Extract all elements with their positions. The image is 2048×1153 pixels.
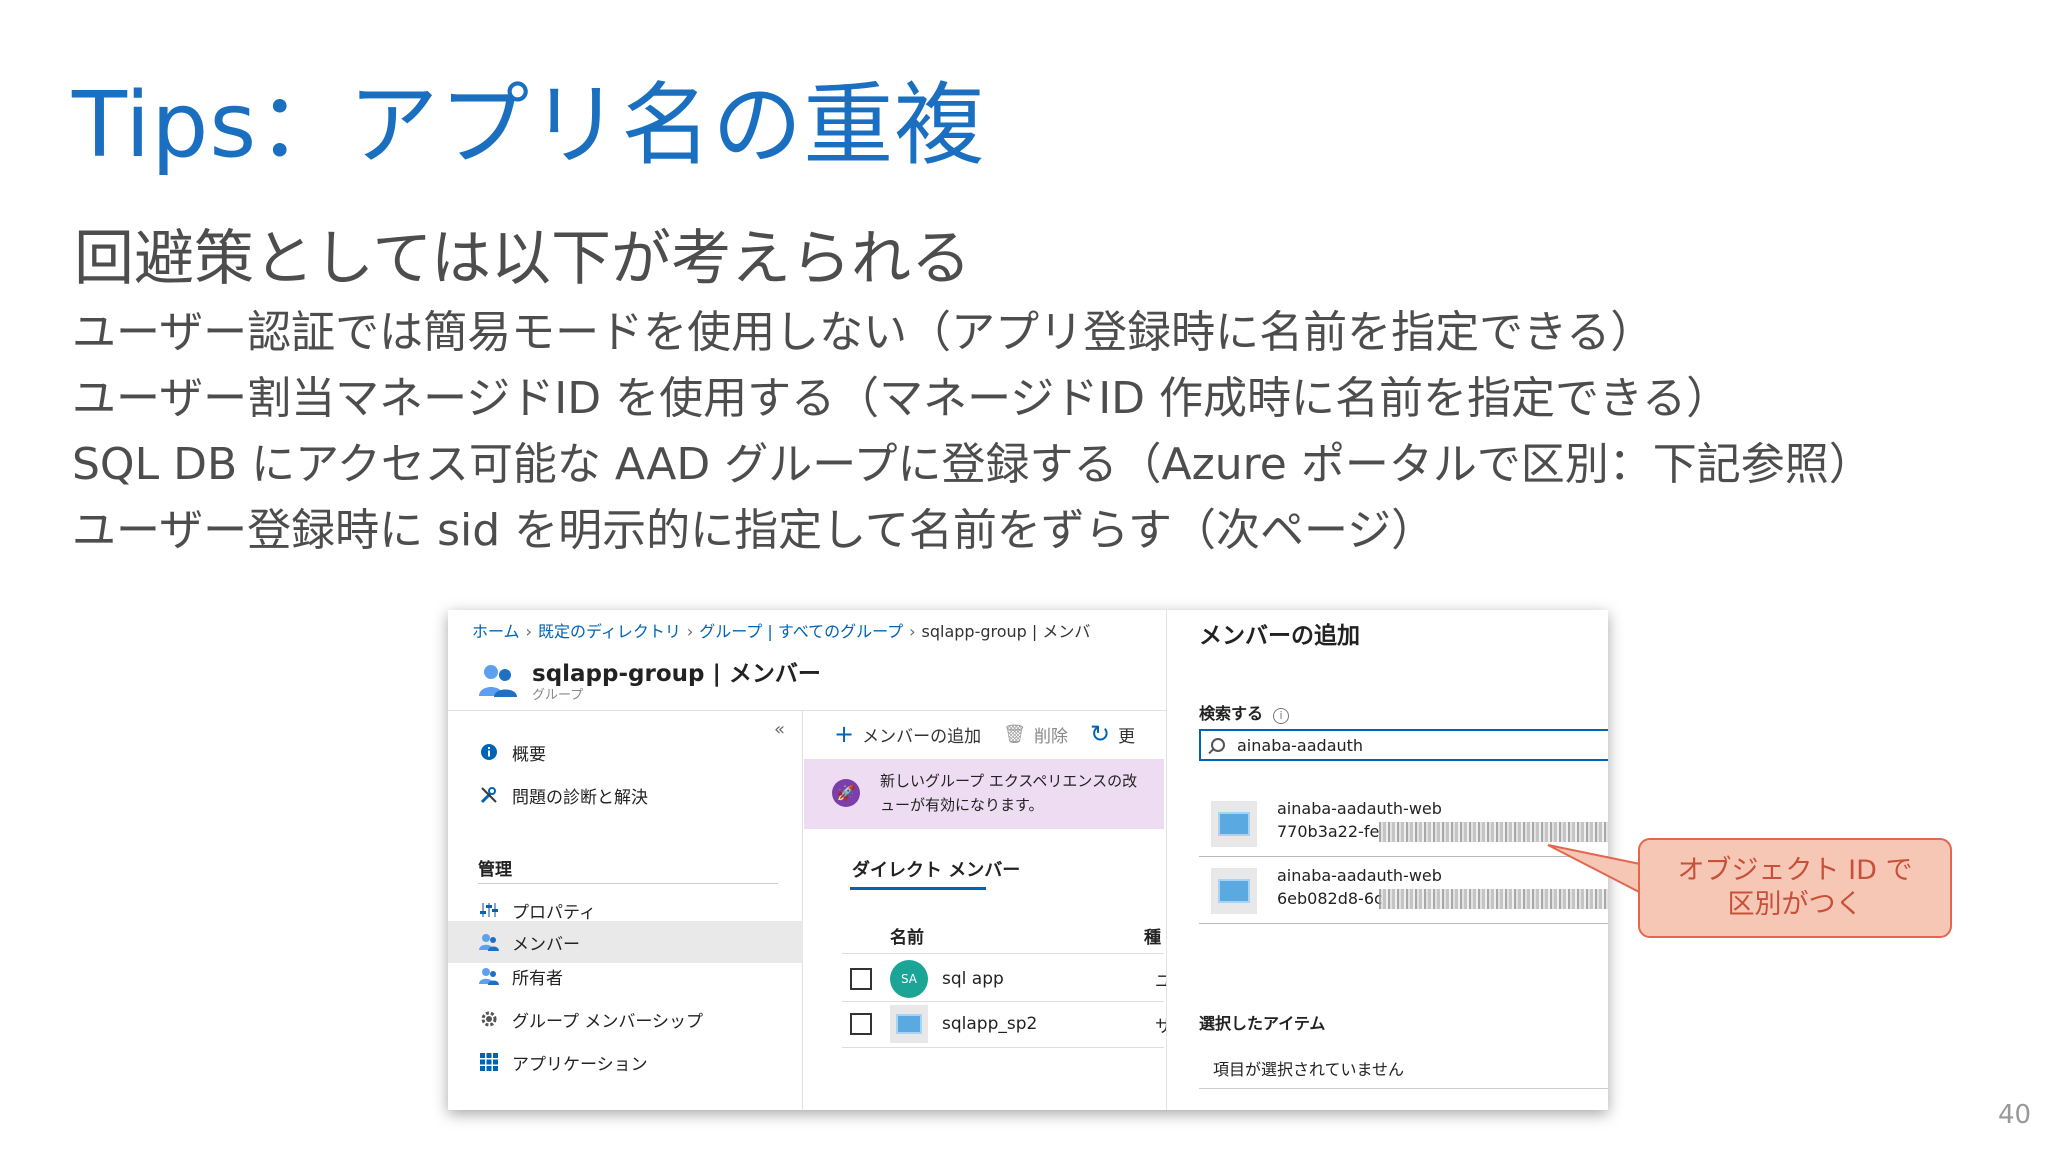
group-title: sqlapp-group | メンバー (532, 661, 821, 687)
grid-icon (478, 1051, 500, 1073)
tab-underline (850, 887, 986, 890)
callout-line: オブジェクト ID で (1677, 855, 1913, 886)
plus-icon: + (834, 720, 855, 748)
tab-direct-members[interactable]: ダイレクト メンバー (852, 856, 1020, 882)
result-object-id: 770b3a22-fe (1277, 822, 1380, 841)
info-icon[interactable]: i (1273, 708, 1290, 724)
search-value: ainaba-aadauth (1237, 735, 1364, 755)
table-row[interactable]: sqlapp_sp2 サ (842, 1002, 1172, 1046)
member-name: sqlapp_sp2 (942, 1014, 1038, 1034)
nav-item-applications[interactable]: アプリケーション (448, 1041, 803, 1083)
no-selection-text: 項目が選択されていません (1213, 1060, 1405, 1079)
app-icon (890, 1005, 928, 1043)
nav-label: メンバー (512, 934, 580, 955)
add-member-label: メンバーの追加 (862, 726, 982, 747)
nav-section-manage: 管理 (478, 860, 512, 880)
bullet-item: ユーザー割当マネージドID を使用する（マネージドID 作成時に名前を指定できる… (72, 373, 1731, 424)
page-number: 40 (1998, 1100, 2032, 1130)
search-result-item[interactable]: ainaba-aadauth-web 6eb082d8-6c (1199, 858, 1608, 922)
result-name: ainaba-aadauth-web (1277, 799, 1442, 818)
member-name: sql app (942, 969, 1004, 989)
add-member-button[interactable]: + メンバーの追加 (834, 720, 981, 748)
result-name: ainaba-aadauth-web (1277, 866, 1442, 885)
breadcrumb-directory[interactable]: 既定のディレクトリ (538, 622, 681, 641)
redacted-object-id (1379, 889, 1608, 909)
result-divider (1199, 923, 1608, 924)
breadcrumb: ホーム › 既定のディレクトリ › グループ | すべてのグループ › sqlapp-gro… (472, 618, 1152, 642)
wrench-icon (478, 784, 500, 806)
app-icon (1211, 868, 1257, 914)
group-subtitle: グループ (532, 688, 584, 703)
delete-button[interactable]: 🗑 削除 (1003, 722, 1068, 747)
nav-label: 概要 (512, 744, 546, 765)
search-result-item[interactable]: ainaba-aadauth-web 770b3a22-fe (1199, 791, 1608, 855)
result-divider (1199, 856, 1608, 857)
table-row[interactable]: SA sql app ユ (842, 957, 1172, 1001)
section-divider (478, 883, 778, 884)
breadcrumb-groups[interactable]: グループ | すべてのグループ (699, 622, 903, 641)
avatar: SA (890, 960, 928, 998)
slide-heading: 回避策としては以下が考えられる (74, 224, 971, 294)
row-divider (842, 953, 1164, 954)
nav-item-diagnose[interactable]: 問題の診断と解決 (448, 774, 803, 816)
chevron-right-icon: › (686, 622, 694, 641)
search-icon (1211, 738, 1225, 752)
search-label-text: 検索する (1199, 704, 1264, 723)
search-label: 検索する i (1199, 700, 1290, 724)
breadcrumb-current: sqlapp-group | メンバ (921, 622, 1091, 641)
search-input[interactable]: ainaba-aadauth (1199, 729, 1608, 761)
row-checkbox[interactable] (850, 1013, 872, 1035)
sliders-icon (478, 899, 500, 921)
nav-label: グループ メンバーシップ (512, 1011, 704, 1032)
row-divider (842, 1047, 1164, 1048)
nav-item-overview[interactable]: 概要 (448, 731, 803, 773)
chevron-right-icon: › (525, 622, 532, 641)
nav-label: プロパティ (512, 902, 596, 923)
info-banner: 🚀 新しいグループ エクスペリエンスの改 ューが有効になります。 (804, 759, 1164, 829)
add-member-panel: メンバーの追加 検索する i ainaba-aadauth ainaba-aada… (1166, 610, 1608, 1110)
group-people-icon (479, 665, 517, 697)
column-header-name[interactable]: 名前 (890, 923, 924, 948)
people-icon (478, 965, 500, 987)
info-circle-icon (478, 741, 500, 763)
result-object-id: 6eb082d8-6c (1277, 889, 1383, 908)
members-main: + メンバーの追加 🗑 削除 ↻ 更 🚀 新しいグループ エクスペリエンスの改 ューが… (804, 711, 1172, 1110)
nav-label: アプリケーション (512, 1054, 648, 1075)
toolbar: + メンバーの追加 🗑 削除 ↻ 更 (834, 719, 1157, 749)
column-header-type[interactable]: 種 (1144, 923, 1161, 948)
selection-divider (1199, 1088, 1608, 1089)
bullet-list: ユーザー認証では簡易モードを使用しない（アプリ登録時に名前を指定できる） ユーザ… (72, 300, 1873, 564)
app-icon (1211, 801, 1257, 847)
portal-screenshot: ホーム › 既定のディレクトリ › グループ | すべてのグループ › sqlapp-gro… (448, 610, 1608, 1110)
slide-title: Tips：アプリ名の重複 (72, 73, 986, 178)
panel-title: メンバーの追加 (1199, 623, 1360, 649)
bullet-item: SQL DB にアクセス可能な AAD グループに登録する（Azure ポータル… (72, 439, 1873, 490)
redacted-object-id (1379, 822, 1608, 842)
nav-label: 問題の診断と解決 (512, 787, 648, 808)
chevron-right-icon: › (909, 622, 916, 641)
breadcrumb-home[interactable]: ホーム (472, 622, 520, 641)
refresh-icon: ↻ (1089, 720, 1111, 748)
nav-item-owners[interactable]: 所有者 (448, 955, 803, 997)
trash-icon: 🗑 (1003, 723, 1026, 745)
refresh-button[interactable]: ↻ 更 (1090, 720, 1135, 748)
row-checkbox[interactable] (850, 968, 872, 990)
refresh-label: 更 (1118, 726, 1136, 747)
callout-line: 区別がつく (1727, 889, 1863, 920)
callout-note: オブジェクト ID で 区別がつく (1638, 838, 1952, 938)
gear-icon (478, 1008, 500, 1030)
banner-line: ューが有効になります。 (880, 796, 1044, 814)
delete-label: 削除 (1033, 726, 1068, 747)
selected-items-label: 選択したアイテム (1199, 1014, 1326, 1033)
bullet-item: ユーザー登録時に sid を明示的に指定して名前をずらす（次ページ） (72, 505, 1436, 556)
left-nav: « 概要 問題の診断と解決 管理 プロパティ メンバー 所有者 グループ メンバ… (448, 711, 803, 1110)
bullet-item: ユーザー認証では簡易モードを使用しない（アプリ登録時に名前を指定できる） (72, 307, 1655, 358)
nav-item-group-memberships[interactable]: グループ メンバーシップ (448, 998, 803, 1040)
rocket-icon: 🚀 (832, 779, 860, 807)
nav-label: 所有者 (512, 968, 563, 989)
people-icon (478, 931, 500, 953)
banner-line: 新しいグループ エクスペリエンスの改 (880, 772, 1138, 790)
